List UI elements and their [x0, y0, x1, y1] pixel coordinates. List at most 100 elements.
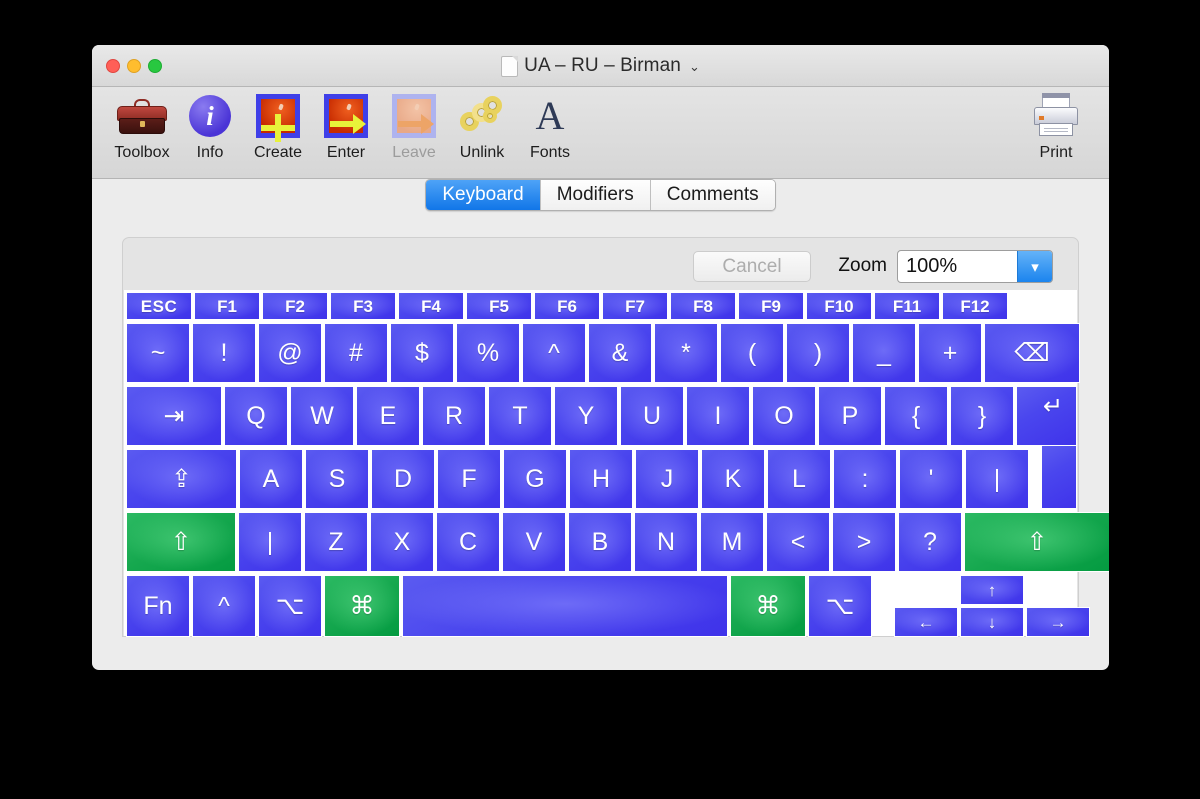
- zoom-value[interactable]: 100%: [898, 251, 1017, 282]
- toolbar-button-unlink[interactable]: Unlink: [448, 91, 516, 162]
- tab-keyboard[interactable]: Keyboard: [426, 180, 541, 210]
- key-pipe-label: |: [993, 464, 1001, 493]
- key-f1[interactable]: F1: [194, 292, 260, 320]
- key-exclam[interactable]: !: [192, 323, 256, 383]
- zoom-combobox[interactable]: 100% ▾: [897, 250, 1053, 283]
- toolbar-button-enter[interactable]: Enter: [312, 91, 380, 162]
- key-bar[interactable]: |: [238, 512, 302, 572]
- key-b[interactable]: B: [568, 512, 632, 572]
- toolbar-button-fonts[interactable]: A Fonts: [516, 91, 584, 162]
- toolbar-button-info[interactable]: i Info: [176, 91, 244, 162]
- key-k[interactable]: K: [701, 449, 765, 509]
- key-question[interactable]: ?: [898, 512, 962, 572]
- key-s[interactable]: S: [305, 449, 369, 509]
- key-m[interactable]: M: [700, 512, 764, 572]
- key-option-right[interactable]: ⌥: [808, 575, 872, 637]
- key-command-right[interactable]: ⌘: [730, 575, 806, 637]
- key-caret[interactable]: ^: [522, 323, 586, 383]
- key-f6[interactable]: F6: [534, 292, 600, 320]
- key-t[interactable]: T: [488, 386, 552, 446]
- key-f7[interactable]: F7: [602, 292, 668, 320]
- key-f3[interactable]: F3: [330, 292, 396, 320]
- key-f2-label: F2: [285, 296, 305, 316]
- tab-modifiers[interactable]: Modifiers: [540, 180, 651, 210]
- tab-comments[interactable]: Comments: [650, 180, 775, 210]
- key-z[interactable]: Z: [304, 512, 368, 572]
- key-x-label: X: [393, 527, 411, 556]
- key-f[interactable]: F: [437, 449, 501, 509]
- cancel-button[interactable]: Cancel: [693, 251, 811, 282]
- key-brace-right[interactable]: }: [950, 386, 1014, 446]
- key-plus[interactable]: +: [918, 323, 982, 383]
- key-pipe[interactable]: |: [965, 449, 1029, 509]
- key-greater-than[interactable]: >: [832, 512, 896, 572]
- key-arrow-up[interactable]: ↑: [960, 575, 1024, 605]
- key-o[interactable]: O: [752, 386, 816, 446]
- key-j[interactable]: J: [635, 449, 699, 509]
- key-tilde[interactable]: ~: [126, 323, 190, 383]
- key-option-left[interactable]: ⌥: [258, 575, 322, 637]
- key-y[interactable]: Y: [554, 386, 618, 446]
- key-f10[interactable]: F10: [806, 292, 872, 320]
- chevron-down-icon[interactable]: ⌄: [689, 60, 700, 73]
- key-brace-left[interactable]: {: [884, 386, 948, 446]
- key-x[interactable]: X: [370, 512, 434, 572]
- key-w[interactable]: W: [290, 386, 354, 446]
- key-c[interactable]: C: [436, 512, 500, 572]
- key-u[interactable]: U: [620, 386, 684, 446]
- key-g[interactable]: G: [503, 449, 567, 509]
- key-shift-right[interactable]: ⇧: [964, 512, 1109, 572]
- key-f11[interactable]: F11: [874, 292, 940, 320]
- key-i[interactable]: I: [686, 386, 750, 446]
- key-delete[interactable]: ⌫: [984, 323, 1080, 383]
- key-f9[interactable]: F9: [738, 292, 804, 320]
- key-r-label: R: [444, 401, 464, 430]
- key-fn[interactable]: Fn: [126, 575, 190, 637]
- toolbar-button-toolbox[interactable]: Toolbox: [108, 91, 176, 162]
- key-paren-left[interactable]: (: [720, 323, 784, 383]
- toolbar-button-print[interactable]: Print: [1019, 91, 1093, 162]
- key-at[interactable]: @: [258, 323, 322, 383]
- key-quote[interactable]: ': [899, 449, 963, 509]
- key-ampersand[interactable]: &: [588, 323, 652, 383]
- window-title-group[interactable]: UA – RU – Birman ⌄: [92, 45, 1109, 87]
- key-arrow-right[interactable]: →: [1026, 607, 1090, 637]
- key-command-left[interactable]: ⌘: [324, 575, 400, 637]
- key-f2[interactable]: F2: [262, 292, 328, 320]
- key-colon[interactable]: :: [833, 449, 897, 509]
- key-percent[interactable]: %: [456, 323, 520, 383]
- key-d-label: D: [393, 464, 413, 493]
- key-less-than[interactable]: <: [766, 512, 830, 572]
- key-f8[interactable]: F8: [670, 292, 736, 320]
- key-f5[interactable]: F5: [466, 292, 532, 320]
- key-paren-right[interactable]: ): [786, 323, 850, 383]
- key-tab[interactable]: ⇥: [126, 386, 222, 446]
- key-bar-label: |: [266, 527, 274, 556]
- chevron-down-icon[interactable]: ▾: [1017, 251, 1052, 282]
- key-a[interactable]: A: [239, 449, 303, 509]
- unlink-icon: [459, 91, 505, 141]
- key-underscore[interactable]: _: [852, 323, 916, 383]
- key-v[interactable]: V: [502, 512, 566, 572]
- key-dollar[interactable]: $: [390, 323, 454, 383]
- key-q[interactable]: Q: [224, 386, 288, 446]
- key-escape[interactable]: ESC: [126, 292, 192, 320]
- key-control-left[interactable]: ^: [192, 575, 256, 637]
- key-space[interactable]: [402, 575, 728, 637]
- toolbar-button-create[interactable]: Create: [244, 91, 312, 162]
- key-asterisk[interactable]: *: [654, 323, 718, 383]
- key-f4[interactable]: F4: [398, 292, 464, 320]
- key-shift-left[interactable]: ⇧: [126, 512, 236, 572]
- key-hash[interactable]: #: [324, 323, 388, 383]
- key-r[interactable]: R: [422, 386, 486, 446]
- key-f12[interactable]: F12: [942, 292, 1008, 320]
- key-n[interactable]: N: [634, 512, 698, 572]
- key-arrow-down[interactable]: ↓: [960, 607, 1024, 637]
- key-p[interactable]: P: [818, 386, 882, 446]
- key-caps-lock[interactable]: ⇪: [126, 449, 237, 509]
- key-d[interactable]: D: [371, 449, 435, 509]
- key-e[interactable]: E: [356, 386, 420, 446]
- key-l[interactable]: L: [767, 449, 831, 509]
- key-h[interactable]: H: [569, 449, 633, 509]
- key-arrow-left[interactable]: ←: [894, 607, 958, 637]
